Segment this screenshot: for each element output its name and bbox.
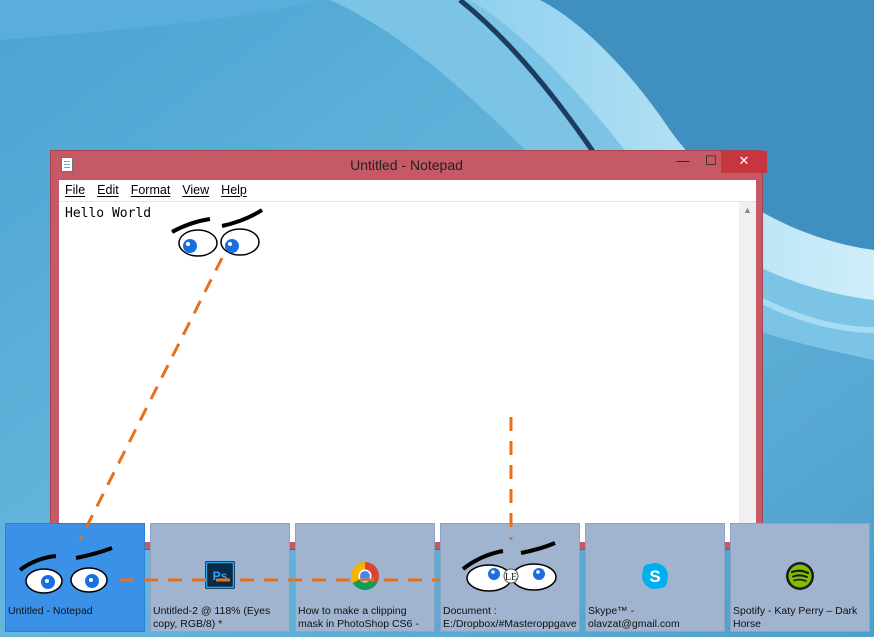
spotify-icon (786, 562, 814, 590)
menu-help[interactable]: Help (221, 180, 247, 197)
preview-label: Untitled - Notepad (8, 605, 93, 617)
preview-label: Untitled-2 @ 118% (Eyes copy, RGB/8) * (153, 605, 271, 630)
taskbar-preview-skype[interactable]: S Skype™ - olavzat@gmail.com (585, 523, 725, 632)
skype-icon-text: S (649, 567, 660, 586)
preview-label: How to make a clipping mask in PhotoShop… (298, 605, 419, 630)
close-button[interactable]: ✕ (721, 151, 767, 173)
scroll-up-arrow-icon[interactable]: ▲ (739, 205, 756, 215)
vertical-scrollbar[interactable]: ▲ (739, 202, 756, 542)
taskbar-preview-notepad[interactable]: Untitled - Notepad (5, 523, 145, 632)
notepad-window: Untitled - Notepad — ☐ ✕ File Edit Format V… (50, 150, 767, 550)
title-bar[interactable]: Untitled - Notepad — ☐ ✕ (51, 151, 767, 180)
googly-eyes-icon (18, 546, 113, 594)
chrome-icon (351, 562, 379, 590)
preview-label: Document : E:/Dropbox/#Masteroppgave (443, 605, 577, 630)
taskbar-preview-document[interactable]: LE Document : E:/Dropbox/#Masteroppgave (440, 523, 580, 632)
menu-bar: File Edit Format View Help (59, 180, 756, 202)
photoshop-icon: Ps (205, 561, 235, 589)
taskbar-preview-chrome[interactable]: How to make a clipping mask in PhotoShop… (295, 523, 435, 632)
minimize-button[interactable]: — (669, 151, 697, 173)
menu-format[interactable]: Format (131, 180, 171, 197)
preview-label: Skype™ - olavzat@gmail.com (588, 605, 680, 630)
text-editor[interactable]: Hello World (59, 202, 739, 542)
taskbar-preview-spotify[interactable]: Spotify - Katy Perry – Dark Horse (730, 523, 870, 632)
editor-text: Hello World (65, 206, 152, 221)
document-icon-text: LE (505, 572, 517, 583)
menu-edit[interactable]: Edit (97, 180, 119, 197)
googly-eyes-icon: LE (461, 541, 557, 592)
window-title: Untitled - Notepad (350, 157, 463, 173)
preview-label: Spotify - Katy Perry – Dark Horse (733, 605, 858, 630)
menu-view[interactable]: View (182, 180, 209, 197)
taskbar-preview-photoshop[interactable]: Ps Untitled-2 @ 118% (Eyes copy, RGB/8) … (150, 523, 290, 632)
menu-file[interactable]: File (65, 180, 85, 197)
skype-icon: S (642, 563, 668, 589)
photoshop-icon-text: Ps (213, 569, 228, 583)
